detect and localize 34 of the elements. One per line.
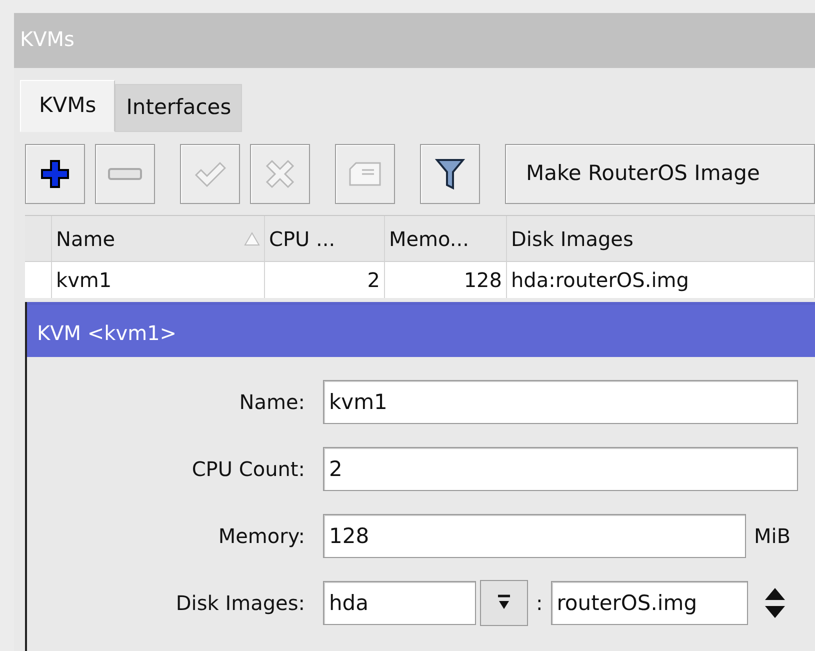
tab[interactable]: Interfaces bbox=[115, 84, 242, 132]
field-label: Name: bbox=[238, 389, 305, 416]
minus-icon bbox=[108, 167, 142, 181]
unit-label: MiB bbox=[754, 523, 791, 550]
make-image-button[interactable]: Make RouterOS Image bbox=[505, 144, 815, 204]
text-field[interactable]: 128 bbox=[323, 514, 746, 558]
device-field[interactable]: hda bbox=[323, 581, 476, 625]
filter-icon bbox=[435, 157, 465, 191]
column-label: CPU ... bbox=[269, 226, 336, 252]
dropdown-button[interactable] bbox=[480, 580, 528, 626]
field-label: Disk Images: bbox=[174, 590, 305, 617]
window-title: KVMs bbox=[14, 13, 815, 68]
up-down-arrows-icon[interactable] bbox=[764, 586, 786, 620]
cross-icon bbox=[265, 159, 295, 189]
text-field[interactable]: kvm1 bbox=[323, 380, 798, 424]
column-label: Memo... bbox=[389, 226, 469, 252]
column-label: Name bbox=[56, 226, 116, 252]
column-label: Disk Images bbox=[511, 226, 634, 252]
plus-icon bbox=[40, 159, 70, 189]
tab[interactable]: KVMs bbox=[20, 80, 116, 132]
text-field[interactable]: 2 bbox=[323, 447, 798, 491]
field-label: CPU Count: bbox=[190, 456, 305, 483]
separator-label: : bbox=[536, 590, 543, 617]
check-icon bbox=[194, 160, 226, 188]
table-cell: 2 bbox=[265, 262, 385, 298]
filter-button[interactable] bbox=[420, 144, 480, 204]
table-cell: kvm1 bbox=[52, 262, 265, 298]
dialog-title: KVM <kvm1> bbox=[27, 302, 815, 357]
note-icon bbox=[348, 161, 382, 187]
image-field[interactable]: routerOS.img bbox=[550, 581, 748, 625]
table-cell: hda:routerOS.img bbox=[507, 262, 815, 298]
field-label: Memory: bbox=[217, 523, 305, 550]
table-cell: 128 bbox=[385, 262, 507, 298]
add-button[interactable] bbox=[25, 144, 85, 204]
